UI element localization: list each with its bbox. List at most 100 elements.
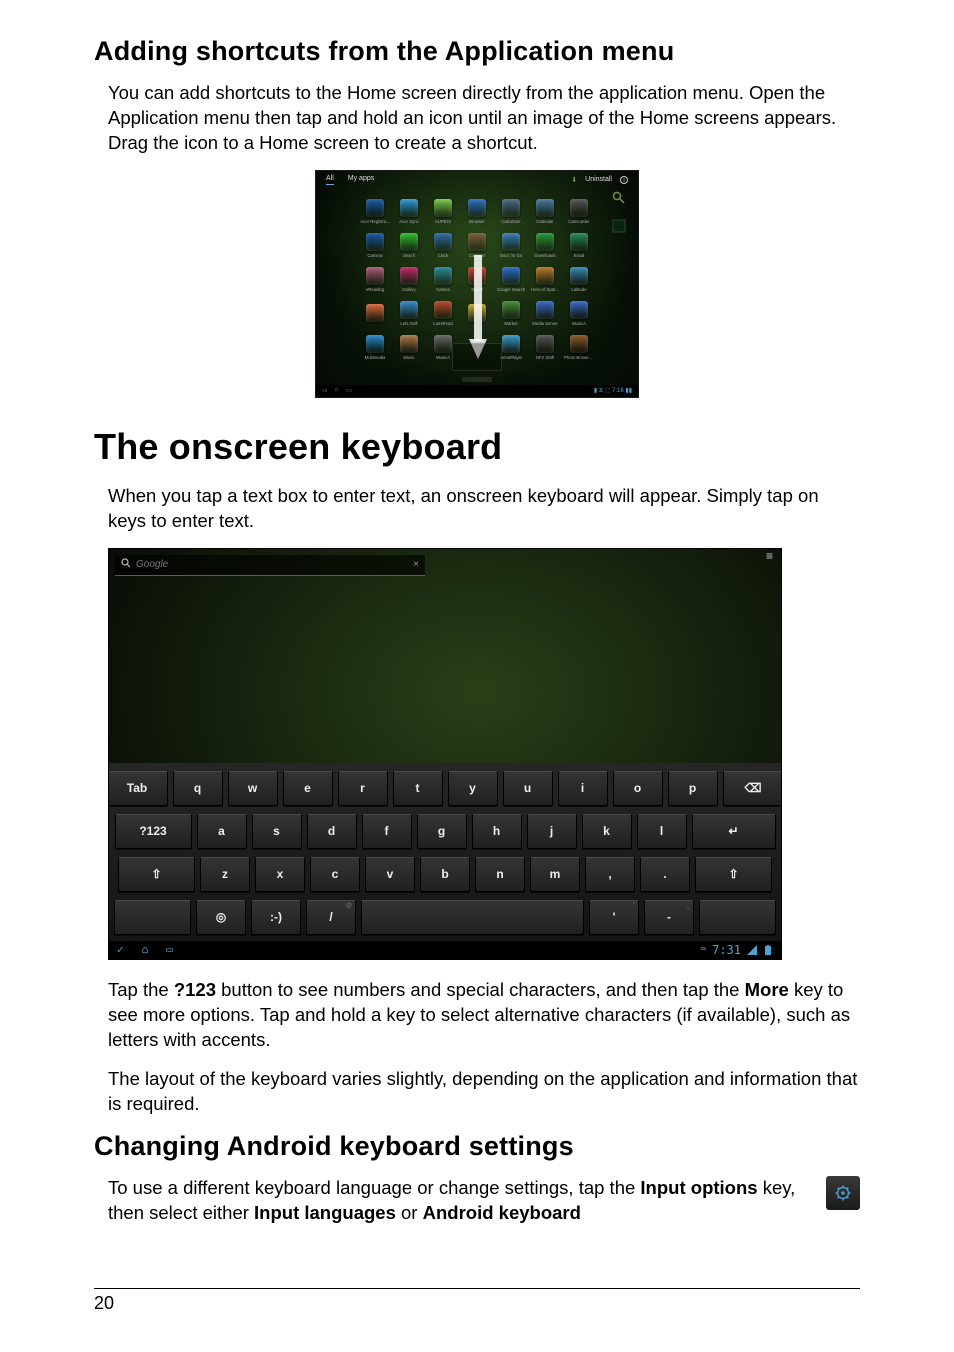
input-options-icon[interactable] (826, 1176, 860, 1210)
tab-all[interactable]: All (326, 175, 334, 185)
browser-shortcut-icon[interactable] (612, 219, 626, 233)
key-[interactable]: :-) (251, 900, 301, 935)
key-[interactable]: /@ (306, 900, 356, 935)
app-icon[interactable]: Games (427, 263, 459, 297)
key-[interactable]: ↵ (692, 814, 776, 849)
app-icon[interactable]: Camera (359, 229, 391, 263)
key-e[interactable]: e (283, 771, 333, 806)
app-icon[interactable]: Lets Golf (393, 297, 425, 331)
key-d[interactable]: d (307, 814, 357, 849)
signal-icon: ▮▮ (625, 388, 632, 394)
key-o[interactable]: o (613, 771, 663, 806)
home-icon[interactable]: ⌂ (335, 387, 339, 394)
key-t[interactable]: t (393, 771, 443, 806)
key-123[interactable]: ?123 (115, 814, 192, 849)
key-u[interactable]: u (503, 771, 553, 806)
app-icon[interactable] (461, 297, 493, 331)
app-icon[interactable]: LumiRead (427, 297, 459, 331)
app-icon[interactable]: Acer Sync (393, 195, 425, 229)
app-icon[interactable]: Calendar (529, 195, 561, 229)
paragraph-adding-shortcuts: You can add shortcuts to the Home screen… (108, 81, 860, 156)
info-icon[interactable]: i (620, 176, 628, 184)
app-icon[interactable]: Multimedia (359, 331, 391, 365)
app-icon[interactable] (359, 297, 391, 331)
key-[interactable] (699, 900, 776, 935)
key-[interactable]: ◎ (196, 900, 246, 935)
search-icon (121, 558, 131, 571)
app-icon[interactable]: Email (563, 229, 595, 263)
app-icon[interactable]: Clock (427, 229, 459, 263)
menu-icon[interactable]: ≡ (766, 554, 773, 558)
key-w[interactable]: w (228, 771, 278, 806)
key-v[interactable]: v (365, 857, 415, 892)
key-tab[interactable]: Tab (108, 771, 168, 806)
key-[interactable]: ⇧ (695, 857, 772, 892)
key-[interactable]: '" (589, 900, 639, 935)
key-b[interactable]: b (420, 857, 470, 892)
app-icon[interactable]: Gallery (393, 263, 425, 297)
key-z[interactable]: z (200, 857, 250, 892)
key-k[interactable]: k (582, 814, 632, 849)
key-y[interactable]: y (448, 771, 498, 806)
search-shortcut-icon[interactable] (612, 191, 626, 205)
app-icon[interactable]: NFS Shift (529, 331, 561, 365)
hide-kb-icon[interactable]: ✓ (117, 943, 124, 956)
uninstall-label[interactable]: Uninstall (585, 176, 612, 183)
ime-icon[interactable]: ⌨ (701, 945, 706, 955)
shop-icon[interactable]: ⬇ (571, 176, 577, 184)
app-icon[interactable]: clear.fi (393, 229, 425, 263)
key-[interactable] (361, 900, 584, 935)
app-icon[interactable]: Google Search (495, 263, 527, 297)
key-j[interactable]: j (527, 814, 577, 849)
home-dock (452, 343, 502, 371)
app-icon[interactable]: Calculator (495, 195, 527, 229)
key-q[interactable]: q (173, 771, 223, 806)
app-icon[interactable]: MusicA (563, 297, 595, 331)
back-icon[interactable]: ◅ (322, 387, 327, 394)
key-x[interactable]: x (255, 857, 305, 892)
key-a[interactable]: a (197, 814, 247, 849)
wifi-icon (747, 945, 757, 955)
key-m[interactable]: m (530, 857, 580, 892)
keyboard-screenshot: Google × ≡ Tabqwertyuiop⌫ ?123asdfghjkl↵… (108, 548, 782, 960)
home-icon[interactable]: ⌂ (142, 943, 149, 956)
tab-myapps[interactable]: My apps (348, 175, 374, 185)
key-n[interactable]: n (475, 857, 525, 892)
key-r[interactable]: r (338, 771, 388, 806)
app-icon[interactable]: AUPEO! (427, 195, 459, 229)
key-l[interactable]: l (637, 814, 687, 849)
key-c[interactable]: c (310, 857, 360, 892)
app-icon[interactable]: Media Server (529, 297, 561, 331)
app-icon[interactable]: Camcorder (563, 195, 595, 229)
key-s[interactable]: s (252, 814, 302, 849)
search-bar[interactable]: Google × (115, 555, 425, 576)
key-[interactable]: -_ (644, 900, 694, 935)
key-h[interactable]: h (472, 814, 522, 849)
app-icon[interactable]: Contacts (461, 229, 493, 263)
status-time: 7:31 (712, 943, 741, 957)
app-icon[interactable]: Hero of Spar... (529, 263, 561, 297)
app-icon[interactable]: Music (393, 331, 425, 365)
key-[interactable]: . (640, 857, 690, 892)
key-[interactable]: ⌫ (723, 771, 783, 806)
recent-icon[interactable]: ▭ (346, 387, 352, 394)
app-icon[interactable]: Downloads (529, 229, 561, 263)
key-f[interactable]: f (362, 814, 412, 849)
app-icon[interactable]: eReading (359, 263, 391, 297)
app-icon[interactable]: Latitude (563, 263, 595, 297)
app-icon[interactable]: Market (495, 297, 527, 331)
key-[interactable]: ⇧ (118, 857, 195, 892)
app-icon[interactable]: Photo Browse... (563, 331, 595, 365)
status-time: 7:16 (612, 388, 624, 394)
app-icon[interactable]: Gmail (461, 263, 493, 297)
key-p[interactable]: p (668, 771, 718, 806)
key-i[interactable]: i (558, 771, 608, 806)
key-[interactable]: , (585, 857, 635, 892)
clear-icon[interactable]: × (413, 559, 419, 570)
app-icon[interactable]: Docs To Go (495, 229, 527, 263)
key-[interactable] (114, 900, 191, 935)
app-icon[interactable]: Acer Registra... (359, 195, 391, 229)
app-icon[interactable]: Browser (461, 195, 493, 229)
key-g[interactable]: g (417, 814, 467, 849)
recent-icon[interactable]: ▭ (166, 943, 173, 956)
